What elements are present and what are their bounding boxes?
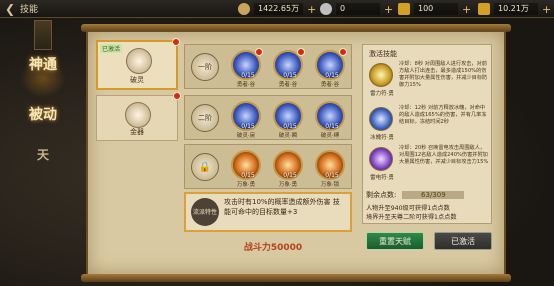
skill-name: 破灵·戾 xyxy=(236,133,256,139)
activated-button[interactable]: 已激活 xyxy=(434,232,492,250)
skill-count: 0/15 xyxy=(283,72,297,79)
crystal-ball-icon xyxy=(126,48,152,74)
tier-label: 二阶 xyxy=(191,104,219,132)
active-skill-text: 冷却：8秒 对周围敌人进行攻击，对前方敌人打出连击，最多造成150%的伤害并附加… xyxy=(399,61,488,88)
active-skill-name: 雷力符·勇 xyxy=(370,91,394,97)
skill-name: 勇者·谷 xyxy=(236,82,256,88)
skill-slot[interactable]: 0/15 xyxy=(315,48,347,80)
notification-dot xyxy=(173,92,181,100)
ice-sigil-icon xyxy=(369,107,393,131)
lantern-icon xyxy=(34,20,52,50)
skill-slot[interactable]: 0/15 xyxy=(273,150,303,180)
skill-count: 0/15 xyxy=(325,72,339,79)
sidebar-item-label: 神通 xyxy=(29,57,57,73)
skill-slot[interactable]: 0/15 xyxy=(315,101,345,131)
skill-count: 0/15 xyxy=(241,72,255,79)
category-label: 破灵 xyxy=(130,76,144,84)
gold-bar-icon xyxy=(398,3,410,15)
trait-text: 攻击时有10%的概率造成额外伤害 技能可命中的目标数量+3 xyxy=(224,198,340,216)
gold-bar-value: 100 xyxy=(414,3,458,15)
sidebar-item-passive[interactable]: 被动 xyxy=(20,108,66,142)
notification-dot xyxy=(172,38,180,46)
resource-silver: 0 + xyxy=(320,1,393,17)
active-skill-name: 雷电符·勇 xyxy=(370,175,394,181)
points-label: 剩余点数: xyxy=(366,191,397,199)
add-gold-ingot-button[interactable]: + xyxy=(542,3,551,16)
activated-tag: 已激活 xyxy=(100,44,123,53)
active-skills-title: 激活技能 xyxy=(369,50,397,58)
silver-value: 0 xyxy=(336,3,380,15)
sidebar-item-tian[interactable]: 天 xyxy=(20,148,66,163)
gold-ingot-value: 10.21万 xyxy=(494,3,538,15)
tier-row-3: 🔒 0/15 万象·勇 0/15 万象·勇 0/15 万象·锁 xyxy=(184,144,352,189)
points-notes: 人物升至940级可获得1点点数 境界升至天尊二阶可获得1点点数 xyxy=(366,204,496,222)
skill-count: 0/15 xyxy=(325,172,339,179)
scroll-rod-bottom xyxy=(81,274,511,282)
skill-name: 勇者·谷 xyxy=(320,82,340,88)
tier-row-1: 一阶 0/15 勇者·谷 0/15 勇者·谷 0/15 勇者·谷 xyxy=(184,44,352,89)
skill-name: 万象·锁 xyxy=(320,182,340,188)
active-skill-item[interactable]: 雷电符·勇 冷却：20秒 召唤雷电攻击周围敌人，对周围12名敌人造成240%伤害… xyxy=(367,145,489,183)
resource-copper: 1422.65万 + xyxy=(238,1,316,17)
points-value: 63/309 xyxy=(402,191,465,199)
skill-name: 勇者·谷 xyxy=(278,82,298,88)
sidebar-item-label: 被动 xyxy=(29,107,57,123)
add-gold-bar-button[interactable]: + xyxy=(462,3,471,16)
active-skill-name: 冰魄符·勇 xyxy=(370,135,394,141)
points-note: 境界升至天尊二阶可获得1点点数 xyxy=(366,214,457,221)
skill-slot[interactable]: 0/15 xyxy=(273,48,305,80)
skill-count: 0/15 xyxy=(241,172,255,179)
points-note: 人物升至940级可获得1点点数 xyxy=(366,205,450,212)
resource-gold-ingot: 10.21万 + xyxy=(478,1,551,17)
add-silver-button[interactable]: + xyxy=(384,3,393,16)
school-trait-box: 流派特性 攻击时有10%的概率造成额外伤害 技能可命中的目标数量+3 xyxy=(184,192,352,232)
skill-name: 破灵·瞬 xyxy=(278,133,298,139)
combat-power: 战斗力50000 xyxy=(243,243,303,253)
skill-slot[interactable]: 0/15 xyxy=(231,101,261,131)
category-card-poling[interactable]: 已激活 破灵 xyxy=(96,38,180,90)
active-skill-text: 冷却：12秒 对前方释放冰魄，对命中的敌人造成165%的伤害，并有几率冻结目标，… xyxy=(399,105,487,125)
copper-coin-icon xyxy=(238,3,250,15)
skill-slot[interactable]: 0/15 xyxy=(231,48,263,80)
skill-name: 万象·勇 xyxy=(236,182,256,188)
skill-count: 0/15 xyxy=(283,123,297,130)
skill-name: 破灵·缚 xyxy=(320,133,340,139)
back-arrow-icon[interactable]: ❮ xyxy=(0,0,20,18)
category-card-jinqi[interactable]: 金器 xyxy=(96,92,181,141)
tier-row-2: 二阶 0/15 破灵·戾 0/15 破灵·瞬 0/15 破灵·缚 xyxy=(184,95,352,140)
skill-count: 0/15 xyxy=(241,123,255,130)
active-skill-text: 冷却：20秒 召唤雷电攻击周围敌人，对周围12名敌人造成240%伤害并附加大量属… xyxy=(399,145,489,165)
lock-icon: 🔒 xyxy=(191,153,219,181)
skill-slot[interactable]: 0/15 xyxy=(231,150,261,180)
tier-label: 一阶 xyxy=(191,53,219,81)
skill-slot[interactable]: 0/15 xyxy=(273,101,303,131)
ornament-icon xyxy=(125,102,151,128)
lightning-sigil-icon xyxy=(369,147,393,171)
skill-count: 0/15 xyxy=(283,172,297,179)
notification-dot xyxy=(255,48,263,56)
add-copper-button[interactable]: + xyxy=(307,3,316,16)
gold-sigil-icon xyxy=(369,63,393,87)
notification-dot xyxy=(297,48,305,56)
skill-slot[interactable]: 0/15 xyxy=(315,150,345,180)
resource-gold-bar: 100 + xyxy=(398,1,471,17)
silver-coin-icon xyxy=(320,3,332,15)
copper-value: 1422.65万 xyxy=(254,3,304,15)
page-title: 技能 xyxy=(20,5,39,15)
notification-dot xyxy=(339,48,347,56)
active-skill-item[interactable]: 冰魄符·勇 冷却：12秒 对前方释放冰魄，对命中的敌人造成165%的伤害，并有几… xyxy=(367,105,489,143)
trait-tag: 流派特性 xyxy=(191,198,219,226)
category-label: 金器 xyxy=(130,128,144,136)
sidebar-item-shentong[interactable]: 神通 xyxy=(20,58,66,98)
skill-name: 万象·勇 xyxy=(278,182,298,188)
sidebar-item-label: 天 xyxy=(36,148,49,162)
skill-count: 0/15 xyxy=(325,123,339,130)
active-skill-item[interactable]: 雷力符·勇 冷却：8秒 对周围敌人进行攻击，对前方敌人打出连击，最多造成150%… xyxy=(367,61,489,99)
remaining-points: 剩余点数: 63/309 xyxy=(366,190,465,200)
gold-ingot-icon xyxy=(478,3,490,15)
reset-talent-button[interactable]: 重置天赋 xyxy=(366,232,424,250)
